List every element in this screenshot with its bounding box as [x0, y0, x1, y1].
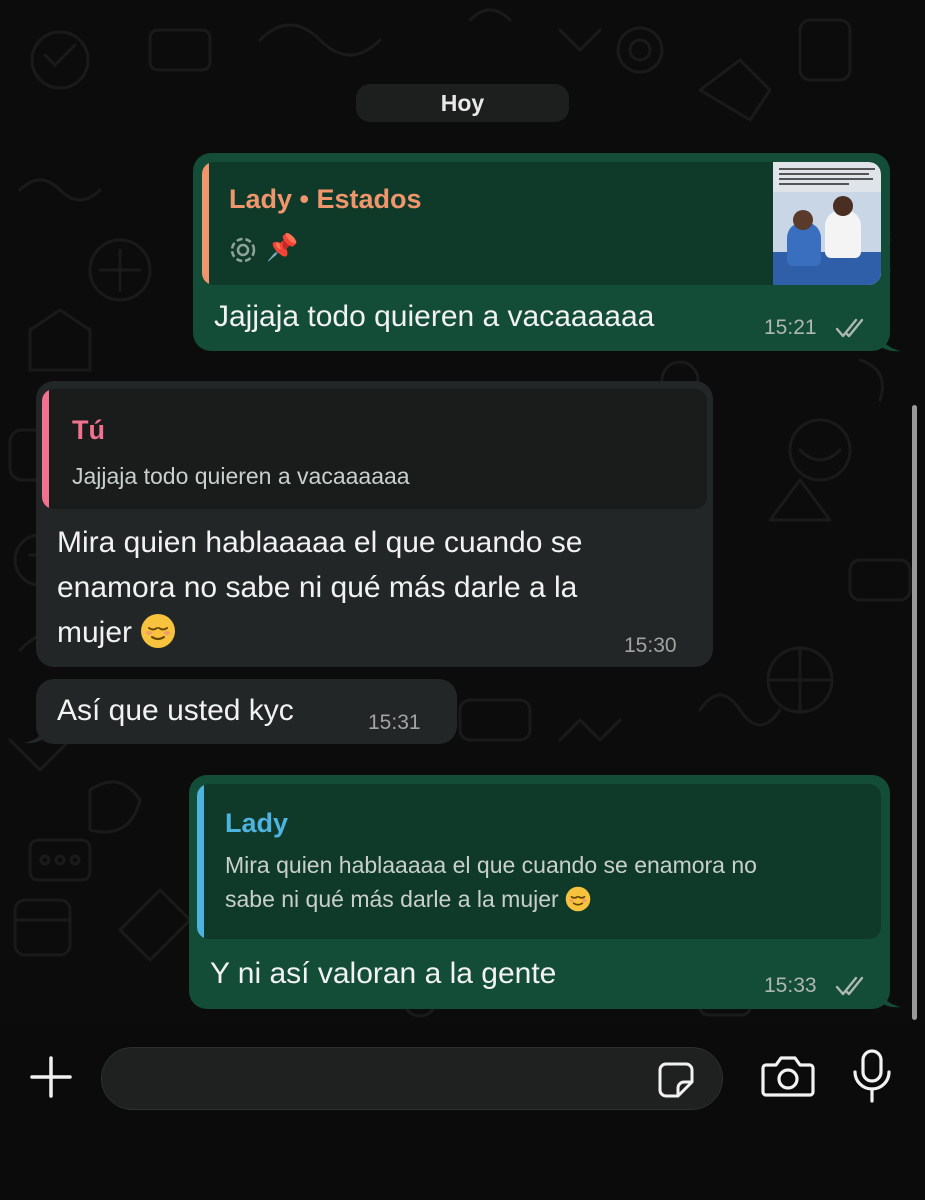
message-text: Así que usted kyc — [57, 694, 294, 727]
message-text: Jajjaja todo quieren a vacaaaaaa — [214, 300, 655, 333]
message-line-with-emoji: mujer — [57, 610, 707, 655]
message-line: Mira quien hablaaaaa el que cuando se — [57, 526, 583, 559]
incoming-message[interactable]: Tú Jajjaja todo quieren a vacaaaaaa Mira… — [36, 381, 713, 667]
status-ring-icon — [230, 237, 256, 263]
microphone-icon[interactable] — [850, 1048, 894, 1104]
composer-bar — [0, 1024, 925, 1200]
quote-accent-bar — [202, 162, 209, 285]
quote-text: Mira quien hablaaaaa el que cuando se en… — [225, 848, 875, 916]
quote-accent-bar — [42, 389, 49, 509]
camera-icon[interactable] — [760, 1051, 816, 1101]
pin-emoji: 📌 — [266, 232, 299, 262]
relieved-face-emoji — [141, 614, 176, 648]
scrollbar[interactable] — [912, 405, 917, 1020]
message-line: enamora no sabe ni qué más darle a la — [57, 571, 578, 604]
double-check-icon — [835, 976, 864, 996]
message-time: 15:21 — [764, 316, 817, 339]
quote-author: Lady — [225, 808, 289, 838]
quote-line-with-emoji: sabe ni qué más darle a la mujer — [225, 882, 875, 916]
message-input-field[interactable] — [101, 1047, 723, 1110]
double-check-icon — [835, 318, 864, 338]
bubble-tail — [873, 325, 901, 352]
incoming-message[interactable]: Así que usted kyc 15:31 — [24, 679, 457, 744]
sticker-icon[interactable] — [656, 1060, 696, 1100]
status-reply-quote[interactable]: Lady • Estados 📌 — [202, 162, 881, 285]
outgoing-message[interactable]: Lady • Estados 📌 Jajjaja todo quieren a … — [193, 153, 901, 352]
bubble-tail — [873, 981, 901, 1008]
relieved-face-emoji — [565, 886, 591, 912]
message-line: mujer — [57, 616, 133, 649]
reply-quote[interactable]: Tú Jajjaja todo quieren a vacaaaaaa — [42, 389, 707, 509]
bubble-tail — [24, 717, 52, 744]
reply-quote[interactable]: Lady Mira quien hablaaaaa el que cuando … — [197, 784, 881, 939]
message-time: 15:33 — [764, 974, 817, 997]
status-thumbnail[interactable] — [773, 162, 881, 285]
message-time: 15:31 — [368, 711, 421, 734]
quote-line: Mira quien hablaaaaa el que cuando se en… — [225, 852, 757, 878]
chat-area[interactable]: Hoy Lady • Estados 📌 Jajjaja todo quiere… — [0, 0, 925, 1024]
quote-author: Tú — [72, 415, 105, 445]
quote-author: Lady • Estados — [229, 184, 422, 214]
quote-accent-bar — [197, 784, 204, 939]
message-text: Y ni así valoran a la gente — [210, 957, 557, 990]
message-input[interactable] — [124, 1060, 648, 1098]
date-separator-label: Hoy — [440, 89, 485, 116]
date-separator: Hoy — [356, 84, 569, 122]
message-time: 15:30 — [624, 634, 677, 657]
plus-icon[interactable] — [28, 1054, 74, 1100]
quote-line: sabe ni qué más darle a la mujer — [225, 886, 559, 912]
whatsapp-chat-screen: Hoy Lady • Estados 📌 Jajjaja todo quiere… — [0, 0, 925, 1200]
quote-text: Jajjaja todo quieren a vacaaaaaa — [72, 463, 410, 489]
outgoing-message[interactable]: Lady Mira quien hablaaaaa el que cuando … — [189, 775, 901, 1009]
message-text: Mira quien hablaaaaa el que cuando se en… — [57, 520, 707, 655]
